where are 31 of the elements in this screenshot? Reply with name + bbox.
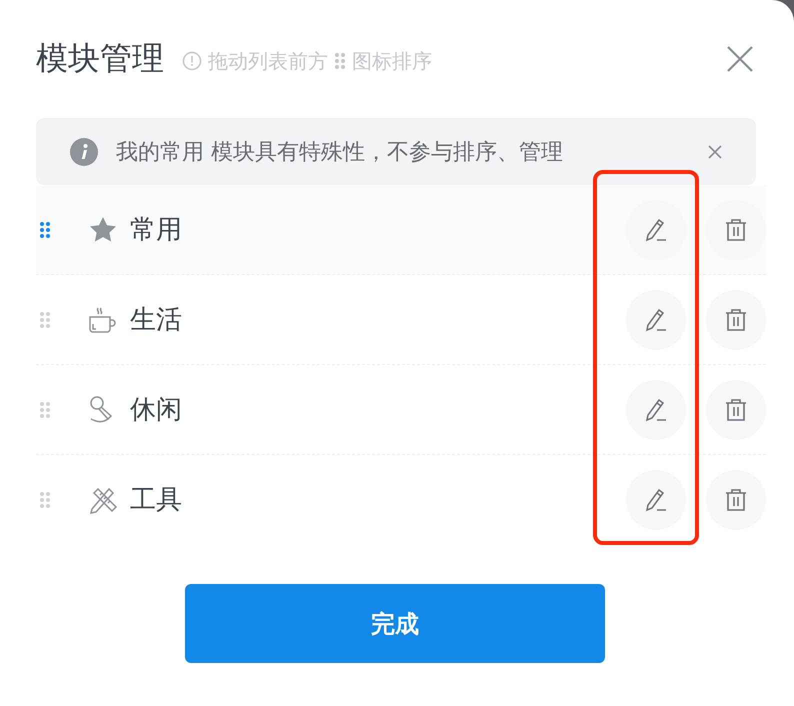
- info-icon: [70, 138, 98, 166]
- module-row[interactable]: 工具: [36, 455, 766, 544]
- hint-text: 拖动列表前方: [208, 48, 328, 74]
- drag-handle-icon: [334, 52, 346, 70]
- close-button[interactable]: [727, 46, 753, 72]
- module-label: 生活: [130, 304, 182, 337]
- drag-handle-icon[interactable]: [39, 490, 51, 508]
- pencil-icon: [643, 396, 669, 422]
- hint-text: 图标排序: [352, 48, 432, 74]
- notice-text: 我的常用 模块具有特殊性，不参与排序、管理: [116, 138, 563, 166]
- trash-icon: [723, 306, 749, 332]
- module-row[interactable]: 常用: [36, 185, 766, 275]
- drag-handle-icon[interactable]: [39, 400, 51, 418]
- module-label: 常用: [130, 214, 182, 247]
- close-button[interactable]: [708, 144, 722, 158]
- drag-handle-icon[interactable]: [39, 310, 51, 328]
- trash-icon: [723, 396, 749, 422]
- info-icon: [182, 51, 202, 71]
- trash-icon: [723, 486, 749, 512]
- pencil-icon: [643, 306, 669, 332]
- module-row[interactable]: 生活: [36, 275, 766, 365]
- done-button[interactable]: 完成: [185, 584, 605, 663]
- module-row[interactable]: 休闲: [36, 365, 766, 455]
- trash-icon: [723, 216, 749, 242]
- pencil-icon: [643, 216, 669, 242]
- dialog-title: 模块管理: [36, 38, 164, 79]
- module-label: 休闲: [130, 394, 182, 427]
- drag-handle-icon[interactable]: [39, 220, 51, 238]
- star-icon: [88, 214, 118, 244]
- module-label: 工具: [130, 484, 182, 517]
- pencil-icon: [643, 486, 669, 512]
